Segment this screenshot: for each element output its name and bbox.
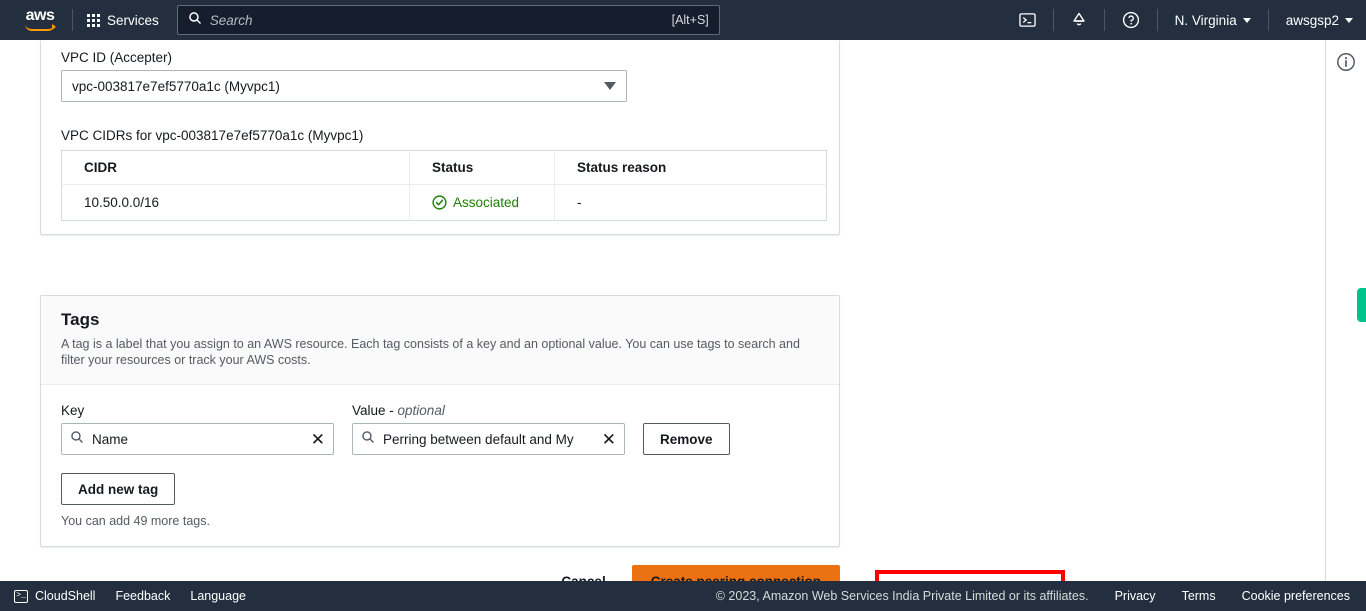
column-header-status-reason: Status reason <box>554 150 827 185</box>
footer-cloudshell-button[interactable]: >_ CloudShell <box>14 589 95 603</box>
vpc-cidrs-caption: VPC CIDRs for vpc-003817e7ef5770a1c (Myv… <box>61 128 364 143</box>
footer-right-group: © 2023, Amazon Web Services India Privat… <box>716 589 1350 603</box>
aws-logo[interactable]: aws <box>12 7 68 31</box>
grid-icon <box>87 13 100 27</box>
tags-title: Tags <box>61 310 100 329</box>
highlight-annotation-box <box>875 570 1065 581</box>
vpc-accepter-card: VPC ID (Accepter) vpc-003817e7ef5770a1c … <box>40 40 840 235</box>
account-label: awsgsp2 <box>1285 12 1339 28</box>
nav-divider <box>1156 9 1158 31</box>
chevron-down-icon <box>1242 17 1251 23</box>
status-badge: Associated <box>432 195 554 210</box>
info-circle-icon <box>1337 53 1355 71</box>
create-peering-connection-button[interactable]: Create peering connection <box>631 565 840 581</box>
tags-description: A tag is a label that you assign to an A… <box>61 337 800 367</box>
search-icon <box>70 430 84 449</box>
chevron-down-icon <box>1345 17 1353 23</box>
footer-privacy-link[interactable]: Privacy <box>1115 589 1156 603</box>
cell-status-reason: - <box>554 184 827 221</box>
add-new-tag-button[interactable]: Add new tag <box>61 473 176 505</box>
tag-entry-row: Key Name ✕ Value - optional Perring betw… <box>61 403 819 455</box>
table-row: 10.50.0.0/16 Associated - <box>62 184 827 221</box>
tag-value-input[interactable]: Perring between default and My ✕ <box>352 423 625 455</box>
clear-icon[interactable]: ✕ <box>311 431 325 448</box>
nav-right-group: N. Virginia awsgsp2 <box>1006 0 1366 40</box>
info-panel-button[interactable] <box>1336 52 1356 72</box>
tag-value-label-optional: optional <box>397 403 445 418</box>
tag-key-input[interactable]: Name ✕ <box>61 423 334 455</box>
tag-value-value: Perring between default and My <box>383 431 574 447</box>
aws-wordmark: aws <box>25 7 55 24</box>
vpc-id-accepter-value: vpc-003817e7ef5770a1c (Myvpc1) <box>72 78 280 94</box>
column-header-cidr: CIDR <box>61 150 410 185</box>
add-tag-wrapper: Add new tag <box>61 473 819 505</box>
footer-left-group: >_ CloudShell Feedback Language <box>14 589 246 603</box>
main-content-area: VPC ID (Accepter) vpc-003817e7ef5770a1c … <box>0 40 1307 581</box>
footer-cloudshell-label: CloudShell <box>35 589 96 603</box>
terminal-icon <box>1018 13 1036 27</box>
tag-key-label: Key <box>61 403 85 418</box>
search-icon <box>188 11 202 30</box>
cancel-button[interactable]: Cancel <box>553 568 613 582</box>
help-button[interactable] <box>1109 0 1153 40</box>
check-circle-icon <box>432 195 447 210</box>
region-label: N. Virginia <box>1174 12 1237 28</box>
notifications-button[interactable] <box>1058 0 1100 40</box>
footer-cookie-preferences-link[interactable]: Cookie preferences <box>1242 589 1350 603</box>
remove-tag-button[interactable]: Remove <box>643 423 730 455</box>
tag-value-field-group: Value - optional Perring between default… <box>352 403 625 455</box>
question-circle-icon <box>1122 11 1139 29</box>
global-search-input[interactable]: Search [Alt+S] <box>176 5 720 35</box>
chevron-down-icon <box>604 82 616 90</box>
footer-language-link[interactable]: Language <box>190 589 246 603</box>
feedback-side-tab[interactable] <box>1357 288 1366 322</box>
tags-card-body: Key Name ✕ Value - optional Perring betw… <box>41 385 839 528</box>
vpc-id-accepter-select[interactable]: vpc-003817e7ef5770a1c (Myvpc1) <box>61 70 627 102</box>
services-menu-button[interactable]: Services <box>77 7 169 34</box>
vpc-id-accepter-label: VPC ID (Accepter) <box>61 50 173 65</box>
tag-key-value: Name <box>92 431 129 447</box>
nav-divider <box>72 9 73 31</box>
footer-bar: >_ CloudShell Feedback Language © 2023, … <box>0 581 1366 611</box>
account-menu[interactable]: awsgsp2 <box>1273 0 1366 40</box>
search-placeholder: Search <box>209 12 253 28</box>
tags-card-header: Tags A tag is a label that you assign to… <box>41 296 839 385</box>
status-text: Associated <box>453 195 520 210</box>
vpc-cidrs-table: CIDR Status Status reason 10.50.0.0/16 A… <box>61 150 827 221</box>
aws-smile-icon <box>25 24 56 31</box>
bell-icon <box>1072 12 1085 25</box>
tag-value-label-main: Value - <box>352 403 398 418</box>
services-label: Services <box>107 12 159 28</box>
footer-feedback-link[interactable]: Feedback <box>115 589 170 603</box>
search-shortcut-hint: [Alt+S] <box>671 13 709 27</box>
nav-divider <box>1052 9 1054 31</box>
top-navigation-bar: aws Services Search [Alt+S] N. Virginia … <box>0 0 1366 40</box>
column-header-status: Status <box>409 150 555 185</box>
form-actions: Cancel Create peering connection <box>40 565 840 581</box>
tag-key-field-group: Key Name ✕ <box>61 403 334 455</box>
search-icon <box>361 430 375 449</box>
cell-status: Associated <box>409 184 555 221</box>
footer-terms-link[interactable]: Terms <box>1182 589 1216 603</box>
tag-value-label: Value - optional <box>352 403 625 418</box>
footer-copyright: © 2023, Amazon Web Services India Privat… <box>715 589 1089 603</box>
clear-icon[interactable]: ✕ <box>602 431 616 448</box>
nav-divider <box>1103 9 1105 31</box>
table-header-row: CIDR Status Status reason <box>61 150 827 185</box>
terminal-icon: >_ <box>14 589 28 603</box>
tags-card: Tags A tag is a label that you assign to… <box>40 295 840 547</box>
nav-divider <box>1267 9 1269 31</box>
cloudshell-launch-button[interactable] <box>1006 0 1049 40</box>
cell-cidr: 10.50.0.0/16 <box>84 195 160 210</box>
tag-limit-note: You can add 49 more tags. <box>61 514 210 528</box>
region-selector[interactable]: N. Virginia <box>1162 0 1264 40</box>
